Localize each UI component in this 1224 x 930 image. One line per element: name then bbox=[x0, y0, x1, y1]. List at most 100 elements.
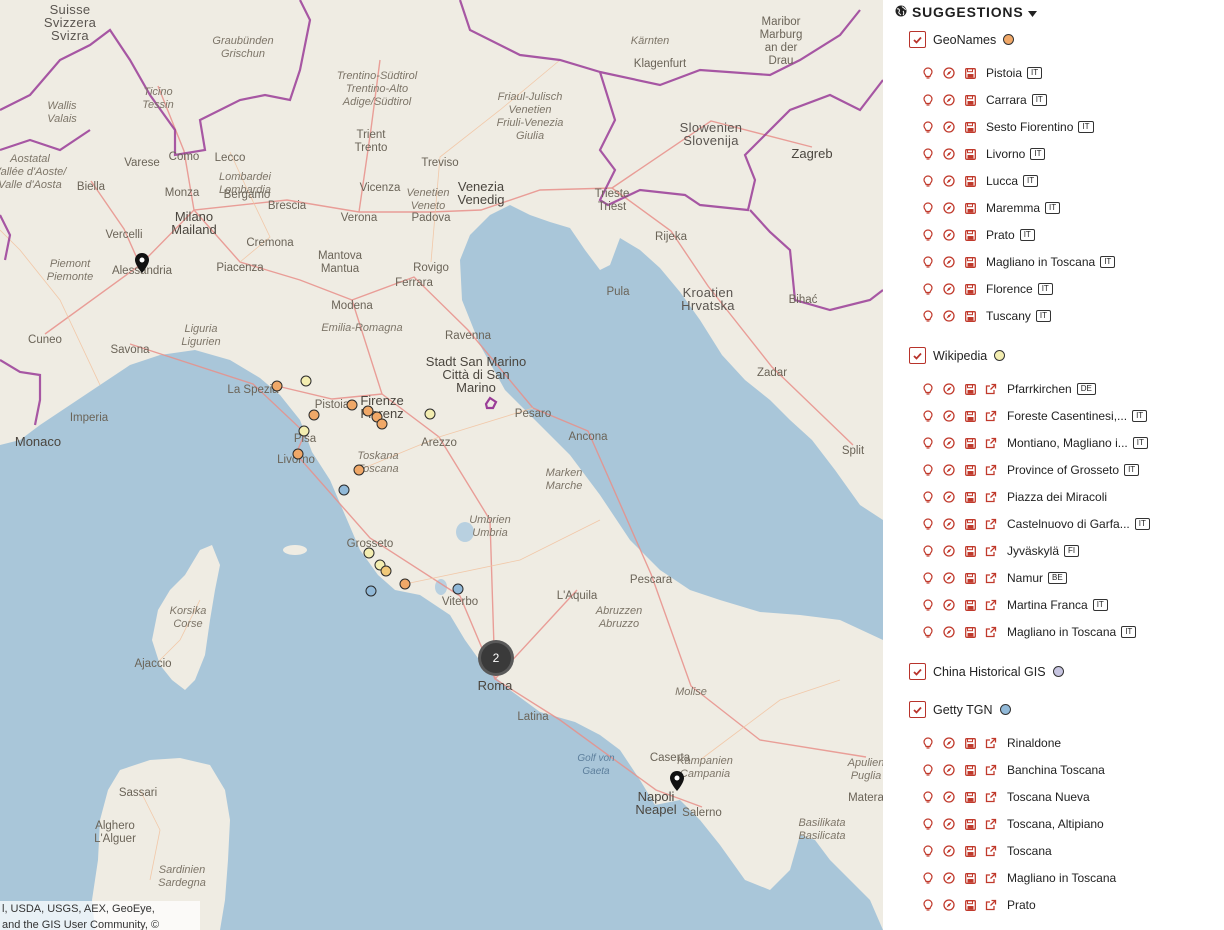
lightbulb-icon[interactable] bbox=[921, 571, 935, 585]
lightbulb-icon[interactable] bbox=[921, 93, 935, 107]
save-icon[interactable] bbox=[963, 790, 977, 804]
suggestion-label[interactable]: Prato bbox=[1007, 898, 1036, 912]
suggestion-label[interactable]: Namur bbox=[1007, 571, 1043, 585]
external-link-icon[interactable] bbox=[984, 517, 998, 531]
suggestion-item[interactable]: Sesto Fiorentino IT bbox=[921, 119, 1094, 135]
lightbulb-icon[interactable] bbox=[921, 790, 935, 804]
lightbulb-icon[interactable] bbox=[921, 66, 935, 80]
suggestion-label[interactable]: Province of Grosseto bbox=[1007, 463, 1119, 477]
save-icon[interactable] bbox=[963, 309, 977, 323]
external-link-icon[interactable] bbox=[984, 571, 998, 585]
save-icon[interactable] bbox=[963, 763, 977, 777]
save-icon[interactable] bbox=[963, 844, 977, 858]
lightbulb-icon[interactable] bbox=[921, 174, 935, 188]
compass-icon[interactable] bbox=[942, 517, 956, 531]
suggestion-label[interactable]: Tuscany bbox=[986, 309, 1031, 323]
map-view[interactable]: Suisse Svizzera Svizra Graubünden Grischu… bbox=[0, 0, 883, 930]
external-link-icon[interactable] bbox=[984, 463, 998, 477]
suggestion-marker[interactable] bbox=[271, 380, 283, 392]
save-icon[interactable] bbox=[963, 201, 977, 215]
suggestion-item[interactable]: Banchina Toscana bbox=[921, 762, 1105, 778]
suggestion-item[interactable]: Magliano in Toscana IT bbox=[921, 254, 1116, 270]
external-link-icon[interactable] bbox=[984, 598, 998, 612]
suggestion-label[interactable]: Florence bbox=[986, 282, 1033, 296]
suggestion-item[interactable]: Maremma IT bbox=[921, 200, 1061, 216]
lightbulb-icon[interactable] bbox=[921, 871, 935, 885]
save-icon[interactable] bbox=[963, 282, 977, 296]
lightbulb-icon[interactable] bbox=[921, 844, 935, 858]
external-link-icon[interactable] bbox=[984, 790, 998, 804]
suggestion-marker[interactable] bbox=[308, 409, 320, 421]
save-icon[interactable] bbox=[963, 871, 977, 885]
lightbulb-icon[interactable] bbox=[921, 309, 935, 323]
compass-icon[interactable] bbox=[942, 228, 956, 242]
cluster-marker[interactable]: 2 bbox=[478, 640, 514, 676]
lightbulb-icon[interactable] bbox=[921, 898, 935, 912]
save-icon[interactable] bbox=[963, 228, 977, 242]
suggestion-label[interactable]: Pfarrkirchen bbox=[1007, 382, 1072, 396]
lightbulb-icon[interactable] bbox=[921, 763, 935, 777]
suggestion-label[interactable]: Pistoia bbox=[986, 66, 1022, 80]
compass-icon[interactable] bbox=[942, 463, 956, 477]
external-link-icon[interactable] bbox=[984, 382, 998, 396]
suggestion-label[interactable]: Castelnuovo di Garfa... bbox=[1007, 517, 1130, 531]
compass-icon[interactable] bbox=[942, 844, 956, 858]
save-icon[interactable] bbox=[963, 517, 977, 531]
compass-icon[interactable] bbox=[942, 790, 956, 804]
suggestion-item[interactable]: Jyväskylä FI bbox=[921, 543, 1080, 559]
suggestion-item[interactable]: Province of Grosseto IT bbox=[921, 462, 1140, 478]
suggestion-item[interactable]: Toscana, Altipiano bbox=[921, 816, 1104, 832]
save-icon[interactable] bbox=[963, 490, 977, 504]
save-icon[interactable] bbox=[963, 409, 977, 423]
compass-icon[interactable] bbox=[942, 817, 956, 831]
compass-icon[interactable] bbox=[942, 436, 956, 450]
suggestion-item[interactable]: Pistoia IT bbox=[921, 65, 1043, 81]
lightbulb-icon[interactable] bbox=[921, 463, 935, 477]
source-header[interactable]: GeoNames bbox=[909, 31, 1015, 48]
save-icon[interactable] bbox=[963, 736, 977, 750]
suggestion-item[interactable]: Namur BE bbox=[921, 570, 1067, 586]
suggestion-marker[interactable] bbox=[399, 578, 411, 590]
checkbox-icon[interactable] bbox=[909, 701, 926, 718]
suggestion-item[interactable]: Tuscany IT bbox=[921, 308, 1052, 324]
suggestion-item[interactable]: Livorno IT bbox=[921, 146, 1046, 162]
suggestion-label[interactable]: Piazza dei Miracoli bbox=[1007, 490, 1107, 504]
compass-icon[interactable] bbox=[942, 282, 956, 296]
suggestion-marker[interactable] bbox=[292, 448, 304, 460]
compass-icon[interactable] bbox=[942, 382, 956, 396]
compass-icon[interactable] bbox=[942, 544, 956, 558]
compass-icon[interactable] bbox=[942, 898, 956, 912]
suggestion-label[interactable]: Sesto Fiorentino bbox=[986, 120, 1073, 134]
suggestion-marker[interactable] bbox=[298, 425, 310, 437]
save-icon[interactable] bbox=[963, 598, 977, 612]
compass-icon[interactable] bbox=[942, 763, 956, 777]
save-icon[interactable] bbox=[963, 571, 977, 585]
lightbulb-icon[interactable] bbox=[921, 436, 935, 450]
suggestion-item[interactable]: Foreste Casentinesi,... IT bbox=[921, 408, 1148, 424]
suggestion-item[interactable]: Toscana Nueva bbox=[921, 789, 1090, 805]
suggestion-label[interactable]: Montiano, Magliano i... bbox=[1007, 436, 1128, 450]
save-icon[interactable] bbox=[963, 544, 977, 558]
compass-icon[interactable] bbox=[942, 598, 956, 612]
suggestion-marker[interactable] bbox=[363, 547, 375, 559]
lightbulb-icon[interactable] bbox=[921, 817, 935, 831]
suggestion-label[interactable]: Magliano in Toscana bbox=[1007, 871, 1116, 885]
compass-icon[interactable] bbox=[942, 66, 956, 80]
location-pin-icon[interactable] bbox=[670, 771, 684, 796]
suggestion-item[interactable]: Magliano in Toscana IT bbox=[921, 624, 1137, 640]
compass-icon[interactable] bbox=[942, 625, 956, 639]
compass-icon[interactable] bbox=[942, 255, 956, 269]
suggestion-label[interactable]: Livorno bbox=[986, 147, 1025, 161]
suggestion-label[interactable]: Carrara bbox=[986, 93, 1027, 107]
compass-icon[interactable] bbox=[942, 201, 956, 215]
suggestion-label[interactable]: Martina Franca bbox=[1007, 598, 1088, 612]
suggestion-marker[interactable] bbox=[338, 484, 350, 496]
save-icon[interactable] bbox=[963, 817, 977, 831]
external-link-icon[interactable] bbox=[984, 490, 998, 504]
suggestion-label[interactable]: Magliano in Toscana bbox=[1007, 625, 1116, 639]
suggestion-item[interactable]: Montiano, Magliano i... IT bbox=[921, 435, 1148, 451]
suggestion-label[interactable]: Banchina Toscana bbox=[1007, 763, 1105, 777]
source-header[interactable]: China Historical GIS bbox=[909, 663, 1064, 680]
suggestion-marker[interactable] bbox=[424, 408, 436, 420]
suggestion-marker[interactable] bbox=[380, 565, 392, 577]
